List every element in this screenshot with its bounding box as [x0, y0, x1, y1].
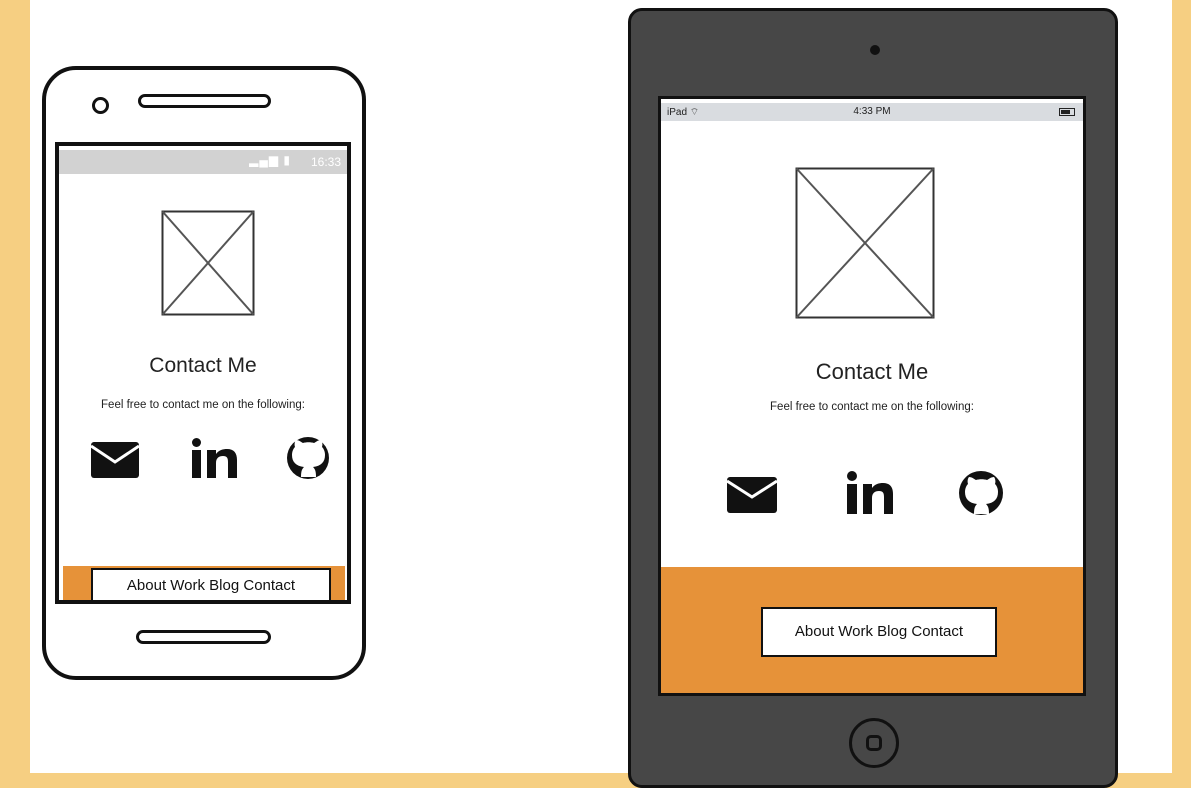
- tablet-screen: iPad ⌔ 4:33 PM Contact Me Feel free to c…: [658, 96, 1086, 696]
- github-icon[interactable]: [287, 437, 329, 479]
- linkedin-icon[interactable]: [192, 438, 237, 478]
- envelope-icon[interactable]: [727, 477, 778, 513]
- tablet-camera: [870, 45, 880, 55]
- image-placeholder-icon: [795, 167, 935, 319]
- signal-icon: ▂▄▆ ▮: [249, 153, 291, 167]
- phone-camera: [92, 97, 109, 114]
- image-placeholder-icon: [161, 210, 255, 316]
- envelope-icon[interactable]: [91, 442, 140, 478]
- page-title: Contact Me: [815, 359, 929, 384]
- page-subtitle: Feel free to contact me on the following…: [101, 399, 305, 411]
- page-subtitle: Feel free to contact me on the following…: [770, 401, 974, 413]
- github-icon[interactable]: [959, 471, 1003, 515]
- phone-screen: ▂▄▆ ▮ 16:33 Contact Me Feel free to cont…: [55, 142, 351, 604]
- status-time: 4:33 PM: [853, 106, 891, 117]
- tablet-status-bar: iPad ⌔ 4:33 PM: [661, 103, 1083, 121]
- nav-links[interactable]: About Work Blog Contact: [91, 568, 331, 600]
- phone-status-bar: ▂▄▆ ▮ 16:33: [59, 150, 347, 174]
- phone-bottom-bar: [136, 630, 271, 644]
- linkedin-icon[interactable]: [847, 471, 893, 514]
- home-button[interactable]: [849, 718, 899, 768]
- contact-icons: [727, 471, 1003, 515]
- battery-icon: [1059, 108, 1075, 116]
- phone-speaker: [138, 94, 271, 108]
- nav-links[interactable]: About Work Blog Contact: [761, 607, 997, 657]
- page-title: Contact Me: [149, 354, 257, 377]
- contact-icons: [91, 437, 329, 479]
- status-time: 16:33: [310, 155, 341, 169]
- phone-nav-bar: About Work Blog Contact: [63, 566, 345, 600]
- canvas: ▂▄▆ ▮ 16:33 Contact Me Feel free to cont…: [0, 0, 1191, 788]
- tablet-nav-bar: About Work Blog Contact: [661, 567, 1083, 693]
- home-button-square: [866, 735, 882, 751]
